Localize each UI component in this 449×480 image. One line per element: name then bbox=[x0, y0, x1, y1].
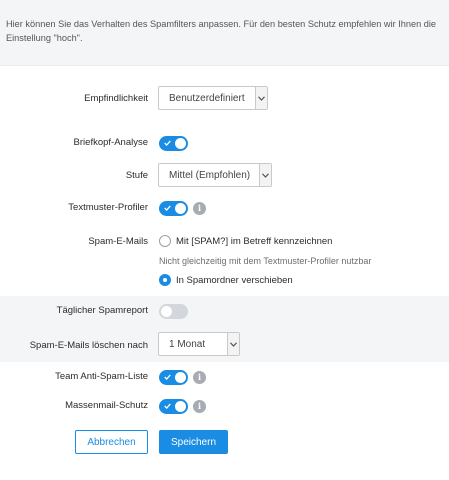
intro-panel: Hier können Sie das Verhalten des Spamfi… bbox=[0, 0, 449, 66]
tag-subject-hint: Nicht gleichzeitig mit dem Textmuster-Pr… bbox=[159, 256, 372, 266]
delete-after-select[interactable]: 1 Monat bbox=[158, 332, 240, 356]
toggle-knob bbox=[175, 138, 186, 149]
toggle-knob bbox=[161, 306, 172, 317]
toggle-knob bbox=[175, 203, 186, 214]
info-icon[interactable]: i bbox=[193, 400, 206, 413]
text-pattern-toggle[interactable] bbox=[159, 201, 188, 216]
check-icon bbox=[164, 205, 171, 211]
sensitivity-value: Benutzerdefiniert bbox=[169, 92, 245, 104]
tag-subject-radio[interactable] bbox=[159, 235, 171, 247]
header-analysis-toggle[interactable] bbox=[159, 136, 188, 151]
level-select[interactable]: Mittel (Empfohlen) bbox=[158, 163, 272, 187]
move-to-spam-label[interactable]: In Spamordner verschieben bbox=[176, 275, 293, 286]
daily-report-toggle[interactable] bbox=[159, 304, 188, 319]
chevron-down-icon bbox=[255, 87, 267, 109]
tag-subject-label[interactable]: Mit [SPAM?] im Betreff kennzeichnen bbox=[176, 236, 332, 247]
sensitivity-select[interactable]: Benutzerdefiniert bbox=[158, 86, 268, 110]
header-analysis-label: Briefkopf-Analyse bbox=[73, 137, 148, 148]
level-label: Stufe bbox=[125, 170, 148, 181]
check-icon bbox=[164, 140, 171, 146]
info-icon[interactable]: i bbox=[193, 202, 206, 215]
delete-after-label: Spam-E-Mails löschen nach bbox=[29, 340, 148, 351]
check-icon bbox=[164, 403, 171, 409]
toggle-knob bbox=[175, 372, 186, 383]
text-pattern-label: Textmuster-Profiler bbox=[68, 202, 148, 213]
chevron-down-icon bbox=[227, 333, 239, 355]
team-antispam-label: Team Anti-Spam-Liste bbox=[55, 371, 148, 382]
level-value: Mittel (Empfohlen) bbox=[169, 169, 251, 181]
move-to-spam-radio[interactable] bbox=[159, 274, 171, 286]
check-icon bbox=[164, 374, 171, 380]
mass-mail-toggle[interactable] bbox=[159, 399, 188, 414]
team-antispam-toggle[interactable] bbox=[159, 370, 188, 385]
delete-after-value: 1 Monat bbox=[169, 338, 206, 350]
sensitivity-label: Empfindlichkeit bbox=[84, 93, 148, 104]
intro-text: Hier können Sie das Verhalten des Spamfi… bbox=[6, 19, 437, 43]
info-icon[interactable]: i bbox=[193, 371, 206, 384]
mass-mail-label: Massenmail-Schutz bbox=[65, 400, 148, 411]
cancel-button[interactable]: Abbrechen bbox=[75, 430, 148, 454]
spam-mails-label: Spam-E-Mails bbox=[88, 236, 148, 247]
save-button[interactable]: Speichern bbox=[159, 430, 228, 454]
chevron-down-icon bbox=[259, 164, 271, 186]
toggle-knob bbox=[175, 401, 186, 412]
daily-report-label: Täglicher Spamreport bbox=[56, 305, 148, 316]
